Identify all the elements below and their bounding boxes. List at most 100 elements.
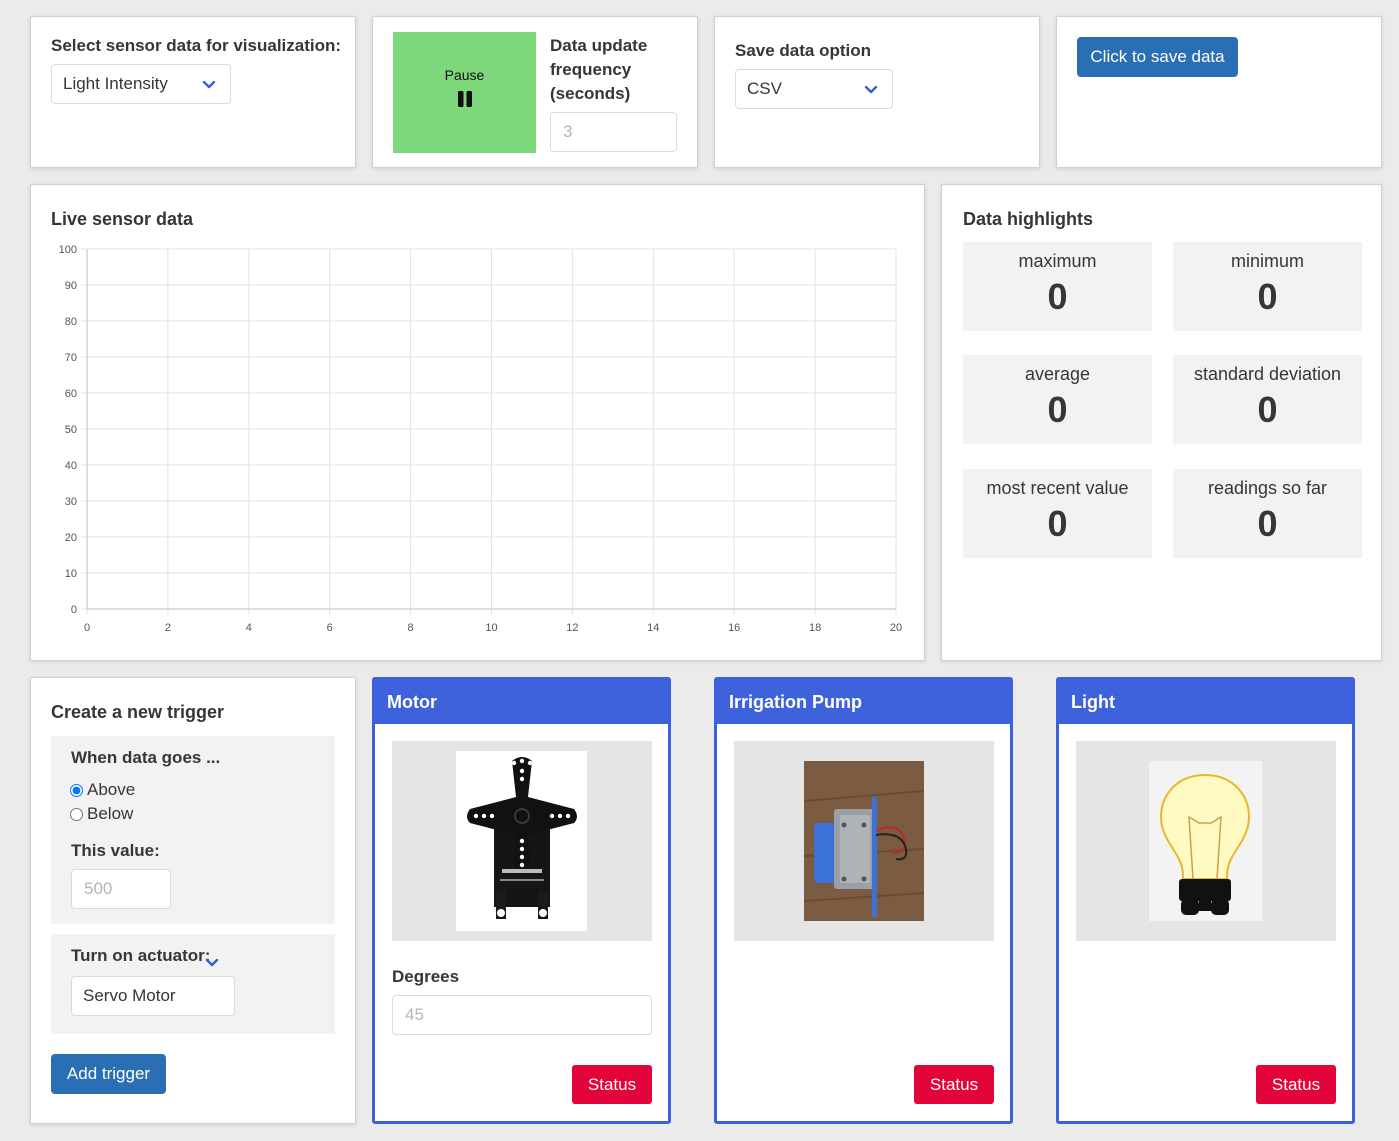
stat-minimum: minimum 0 [1173,242,1362,331]
sensor-select-value: Light Intensity [63,74,168,93]
frequency-label-line3: (seconds) [550,84,631,103]
stat-label: most recent value [986,478,1129,498]
below-label: Below [87,804,134,823]
stat-value: 0 [1257,389,1278,430]
save-option-label: Save data option [735,41,872,60]
frequency-label-line1: Data update [550,36,648,55]
motor-image-frame [392,741,652,941]
chevron-down-icon [864,83,878,97]
trigger-value-input[interactable]: 500 [71,869,171,909]
degrees-label: Degrees [392,967,460,986]
chevron-down-icon[interactable] [205,956,219,970]
save-option-card: Save data option CSV [714,16,1040,168]
stat-label: readings so far [1207,478,1328,498]
stat-maximum: maximum 0 [963,242,1152,331]
update-control-card: Pause Data update frequency (seconds) 3 [372,16,698,168]
save-data-button[interactable]: Click to save data [1077,37,1238,77]
pump-card: Irrigation Pump Status [714,677,1013,1124]
y-tick-label: 10 [65,568,77,580]
save-data-card: Click to save data [1056,16,1382,168]
pump-title: Irrigation Pump [717,680,1010,724]
trigger-title: Create a new trigger [51,702,225,722]
light-card: Light Status [1056,677,1355,1124]
y-tick-label: 60 [65,388,77,400]
stat-label: average [1024,364,1091,384]
save-format-value: CSV [747,79,782,98]
above-label: Above [87,780,136,799]
stat-readings-count: readings so far 0 [1173,469,1362,558]
highlights-card: Data highlights maximum 0 minimum 0 aver… [941,184,1382,661]
x-tick-label: 4 [246,622,252,634]
y-tick-label: 70 [65,352,77,364]
y-tick-label: 80 [65,316,77,328]
stat-standard-deviation: standard deviation 0 [1173,355,1362,444]
motor-card: Motor Degrees 45 Status [372,677,671,1124]
motor-title: Motor [375,680,668,724]
frequency-label: Data update frequency (seconds) [550,34,647,106]
stat-label: maximum [1018,251,1097,271]
light-status-button[interactable]: Status [1256,1065,1336,1104]
x-tick-label: 16 [728,622,740,634]
trigger-card: Create a new trigger When data goes ... … [30,677,356,1124]
x-tick-label: 18 [809,622,821,634]
sensor-select-card: Select sensor data for visualization: Li… [30,16,356,168]
actuator-select[interactable]: Servo Motor [71,976,235,1016]
x-tick-label: 6 [327,622,333,634]
sensor-select-dropdown[interactable]: Light Intensity [51,64,231,104]
frequency-label-line2: frequency [550,60,632,79]
above-radio-option[interactable]: Above [70,780,135,800]
x-tick-label: 0 [84,622,90,634]
stat-most-recent: most recent value 0 [963,469,1152,558]
light-image-frame [1076,741,1336,941]
y-tick-label: 20 [65,532,77,544]
servo-motor-image [456,751,587,931]
sensor-select-label: Select sensor data for visualization: [51,36,342,55]
stat-label: standard deviation [1193,364,1342,384]
y-tick-label: 0 [71,604,77,616]
highlights-title: Data highlights [963,209,1093,229]
when-label: When data goes ... [71,748,221,767]
pause-button[interactable]: Pause [393,32,536,153]
stat-value: 0 [1047,389,1068,430]
trigger-condition-panel: When data goes ... Above Below This valu… [51,736,335,924]
x-tick-label: 2 [165,622,171,634]
below-radio[interactable] [70,807,83,821]
stat-value: 0 [1047,503,1068,544]
save-format-dropdown[interactable]: CSV [735,69,893,109]
x-tick-label: 10 [485,622,497,634]
stat-value: 0 [1257,503,1278,544]
light-title: Light [1059,680,1352,724]
y-tick-label: 90 [65,280,77,292]
motor-status-button[interactable]: Status [572,1065,652,1104]
live-chart-card: Live sensor data 0 10 20 30 40 50 60 70 80 90 100 0… [30,184,925,661]
degrees-input[interactable]: 45 [392,995,652,1035]
stat-value: 0 [1257,276,1278,317]
below-radio-option[interactable]: Below [70,804,133,824]
x-tick-label: 14 [647,622,659,634]
x-tick-label: 8 [408,622,414,634]
y-tick-label: 30 [65,496,77,508]
pump-status-button[interactable]: Status [914,1065,994,1104]
actuator-label: Turn on actuator: [71,946,211,965]
y-tick-label: 50 [65,424,77,436]
above-radio[interactable] [70,783,83,797]
x-tick-label: 20 [890,622,902,634]
y-tick-label: 40 [65,460,77,472]
actuator-panel: Turn on actuator: Servo Motor [51,934,335,1034]
frequency-input[interactable]: 3 [550,112,677,152]
x-tick-label: 12 [566,622,578,634]
pause-icon [457,91,473,107]
stat-label: minimum [1230,251,1304,271]
add-trigger-button[interactable]: Add trigger [51,1054,166,1094]
chevron-down-icon [202,78,216,92]
actuator-value: Servo Motor [83,986,176,1005]
stat-average: average 0 [963,355,1152,444]
light-bulb-image [1149,761,1262,921]
stat-value: 0 [1047,276,1068,317]
value-label: This value: [71,841,160,860]
irrigation-pump-image [803,761,925,921]
pause-label: Pause [444,67,485,83]
y-tick-label: 100 [59,244,77,256]
pump-image-frame [734,741,994,941]
live-sensor-chart: 0 10 20 30 40 50 60 70 80 90 100 0 2 4 6 8 10 12 14 16 18 20 [59,244,902,634]
